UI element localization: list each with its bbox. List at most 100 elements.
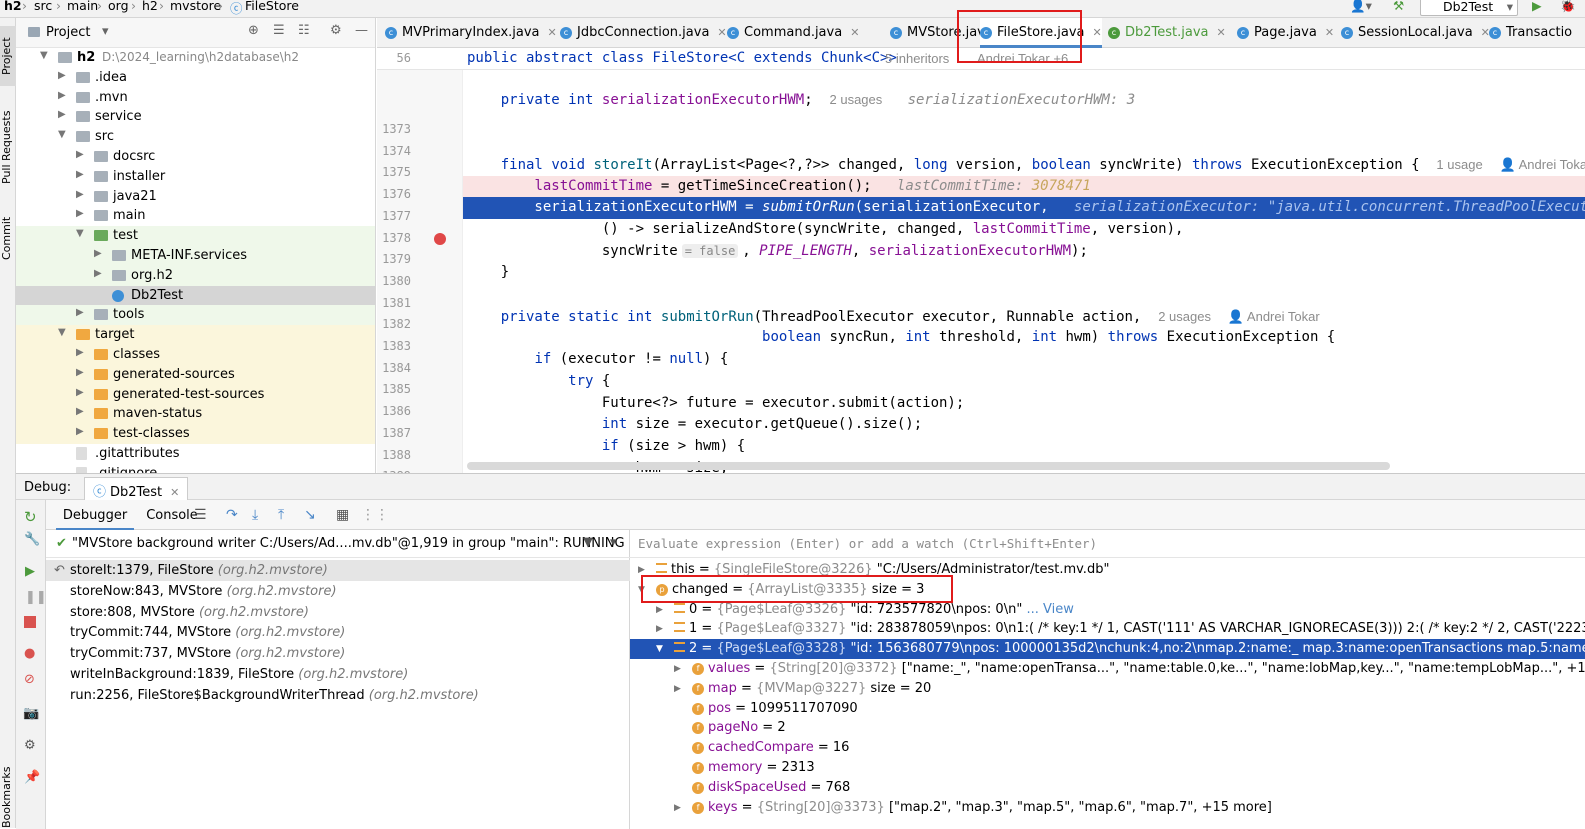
line-number[interactable]: 1377	[377, 209, 411, 223]
step-into-icon[interactable]: ⤓	[252, 507, 258, 523]
chevron-down-icon[interactable]: ▼	[58, 129, 66, 140]
code-line[interactable]: try {	[463, 371, 1585, 393]
rerun-icon[interactable]: ↻	[24, 508, 37, 526]
tree-item-h2[interactable]: ▼ h2 D:\2024_learning\h2database\h2	[16, 48, 375, 68]
code-line[interactable]: lastCommitTime = getTimeSinceCreation();…	[463, 175, 1585, 198]
close-icon[interactable]: ✕	[548, 26, 557, 39]
code-line[interactable]	[463, 284, 1585, 306]
breakpoint-icon[interactable]	[434, 232, 446, 245]
line-number[interactable]: 1374	[377, 144, 411, 158]
tree-item-docsrc[interactable]: ▶ docsrc	[16, 147, 375, 167]
chevron-right-icon[interactable]: ▶	[76, 307, 84, 318]
tab-sessionlocal-java[interactable]: c SessionLocal.java ✕	[1341, 18, 1490, 48]
debug-session-tab[interactable]: ⓒ Db2Test ✕	[84, 477, 189, 500]
breadcrumb-h2[interactable]: h2	[4, 0, 22, 13]
tree-item-generated-test-sources[interactable]: ▶ generated-test-sources	[16, 384, 375, 405]
expand-all-icon[interactable]: ☰	[273, 23, 285, 38]
chevron-right-icon[interactable]: ▶	[76, 367, 84, 378]
trace-icon[interactable]: ⋮⋮	[361, 507, 389, 523]
code-line[interactable]: if (size > hwm) {	[463, 436, 1585, 458]
horizontal-scrollbar[interactable]	[467, 462, 1390, 470]
stack-frame[interactable]: tryCommit:737, MVStore (org.h2.mvstore)	[46, 643, 630, 664]
breadcrumb-main[interactable]: main	[67, 0, 98, 13]
tree-item-classes[interactable]: ▶ classes	[16, 345, 375, 365]
code-line[interactable]: private int serializationExecutorHWM; 2 …	[463, 89, 1585, 111]
chevron-down-icon[interactable]: ▼	[40, 50, 48, 61]
code-line[interactable]: () -> serializeAndStore(syncWrite, chang…	[463, 219, 1585, 241]
chevron-right-icon[interactable]: ▶	[656, 619, 663, 639]
filter-icon[interactable]: ▼	[583, 535, 593, 550]
tab-mvprimaryindex-java[interactable]: c MVPrimaryIndex.java ✕	[385, 18, 557, 48]
tree-item-generated-sources[interactable]: ▶ generated-sources	[16, 364, 375, 385]
chevron-down-icon[interactable]: ▾	[102, 24, 109, 39]
tree-item-tools[interactable]: ▶ tools	[16, 305, 375, 326]
chevron-right-icon[interactable]: ▶	[76, 208, 84, 219]
variable-row[interactable]: ▶ 1 = {Page$Leaf@3327} "id: 283878059\npo…	[630, 619, 1585, 639]
line-number[interactable]: 1383	[377, 339, 411, 353]
line-number[interactable]: 1384	[377, 361, 411, 375]
stop-icon[interactable]	[24, 616, 36, 628]
breadcrumb-org[interactable]: org	[108, 0, 129, 13]
evaluate-icon[interactable]: ▦	[336, 507, 349, 523]
build-hammer-icon[interactable]: ⚒	[1393, 0, 1404, 13]
user-icon[interactable]: 👤▾	[1350, 0, 1372, 14]
thread-selector[interactable]: ✔ "MVStore background writer C:/Users/Ad…	[46, 530, 630, 558]
collapse-all-icon[interactable]: ☷	[298, 23, 310, 38]
inheritors-hint[interactable]: 5 inheritors	[885, 51, 949, 66]
code-line[interactable]	[463, 67, 1585, 89]
chevron-right-icon[interactable]: ▶	[58, 90, 66, 101]
variable-row[interactable]: f cachedCompare = 16	[630, 738, 1585, 758]
stack-frame[interactable]: storeNow:843, MVStore (org.h2.mvstore)	[46, 581, 630, 602]
line-number[interactable]: 1382	[377, 317, 411, 331]
tool-tab-bookmarks[interactable]: Bookmarks	[0, 767, 16, 828]
variable-row[interactable]: f pageNo = 2	[630, 718, 1585, 738]
chevron-right-icon[interactable]: ▶	[674, 679, 681, 699]
layout-icon[interactable]: ☰	[194, 507, 207, 523]
line-number[interactable]: 1381	[377, 296, 411, 310]
tree-item-test[interactable]: ▼ test	[16, 226, 375, 247]
line-number[interactable]: 1375	[377, 165, 411, 179]
sticky-code[interactable]: public abstract class FileStore<C extend…	[467, 50, 897, 66]
project-panel-title[interactable]: Project	[46, 25, 90, 40]
chevron-right-icon[interactable]: ▶	[674, 659, 681, 679]
tree-item-db2test[interactable]: Db2Test	[16, 285, 375, 306]
chevron-right-icon[interactable]: ▶	[76, 426, 84, 437]
chevron-right-icon[interactable]: ▶	[76, 406, 84, 417]
chevron-down-icon[interactable]: ▾	[610, 535, 617, 550]
debug-icon[interactable]: 🐞	[1560, 0, 1576, 14]
chevron-right-icon[interactable]: ▶	[58, 70, 66, 81]
code-line[interactable]: Future<?> future = executor.submit(actio…	[463, 393, 1585, 415]
tab-jdbcconnection-java[interactable]: c JdbcConnection.java ✕	[560, 18, 727, 48]
tab-debugger[interactable]: Debugger	[56, 508, 134, 530]
tool-tab-commit[interactable]: Commit	[0, 208, 16, 268]
line-number[interactable]: 1379	[377, 252, 411, 266]
line-number[interactable]: 1388	[377, 448, 411, 462]
code-line[interactable]	[463, 132, 1585, 154]
tab-page-java[interactable]: c Page.java ✕	[1237, 18, 1334, 48]
pin-icon[interactable]: 📌	[24, 770, 40, 785]
gear-icon[interactable]: ⚙	[24, 738, 36, 753]
code-line[interactable]: int size = executor.getQueue().size();	[463, 414, 1585, 436]
chevron-right-icon[interactable]: ▶	[94, 248, 102, 259]
line-number[interactable]: 1376	[377, 187, 411, 201]
variable-row[interactable]: ▶ f map = {MVMap@3227} size = 20	[630, 679, 1585, 699]
variable-row[interactable]: f pos = 1099511707090	[630, 699, 1585, 719]
tree-item-service[interactable]: ▶ service	[16, 107, 375, 127]
evaluate-input[interactable]: Evaluate expression (Enter) or add a wat…	[630, 530, 1585, 558]
tab-db2test-java[interactable]: c Db2Test.java ✕	[1108, 18, 1226, 48]
line-number[interactable]: 1378	[377, 231, 411, 245]
step-out-icon[interactable]: ⤒	[278, 507, 284, 523]
chevron-right-icon[interactable]: ▶	[76, 169, 84, 180]
run-configuration-select[interactable]: Db2Test ▾	[1420, 0, 1518, 16]
variable-row[interactable]: ▼ 2 = {Page$Leaf@3328} "id: 1563680779\np…	[630, 639, 1585, 660]
code-line[interactable]: serializationExecutorHWM = submitOrRun(s…	[463, 197, 1585, 219]
line-number[interactable]: 1385	[377, 382, 411, 396]
camera-icon[interactable]: 📷	[23, 706, 39, 721]
chevron-right-icon[interactable]: ▶	[76, 149, 84, 160]
tree-item--gitignore[interactable]: .gitignore	[16, 464, 375, 473]
line-number[interactable]: 1380	[377, 274, 411, 288]
line-number[interactable]: 1386	[377, 404, 411, 418]
chevron-right-icon[interactable]: ▶	[674, 798, 681, 818]
code-line[interactable]: final void storeIt(ArrayList<Page<?,?>> …	[463, 154, 1585, 176]
view-breakpoints-icon[interactable]: ●	[24, 646, 35, 661]
